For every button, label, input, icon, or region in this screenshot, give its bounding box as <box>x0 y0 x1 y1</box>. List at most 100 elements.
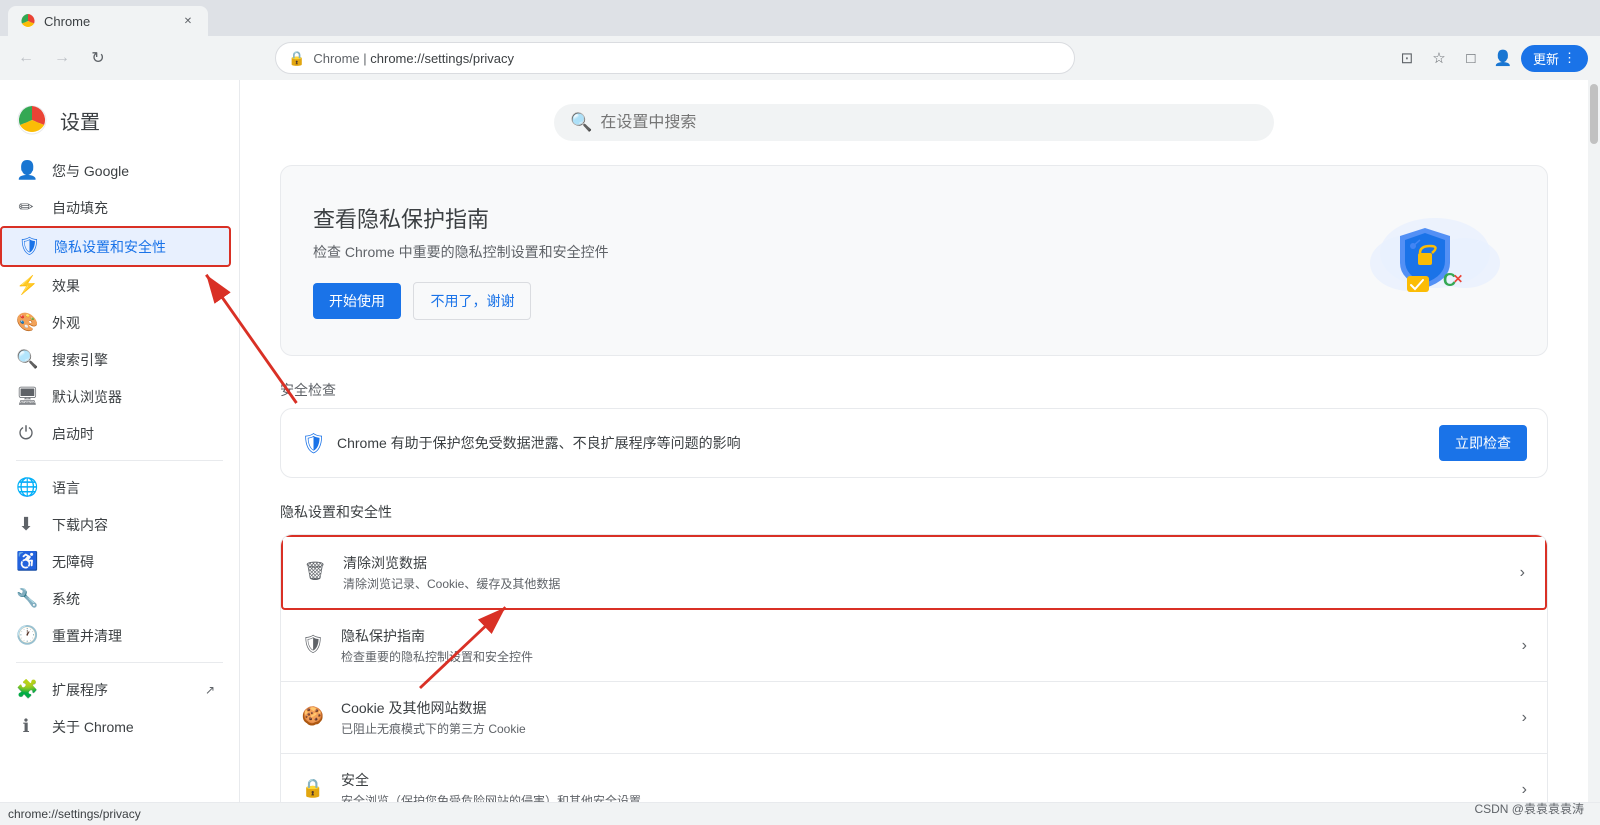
search-engine-icon: 🔍 <box>16 349 36 370</box>
sidebar-label-accessibility: 无障碍 <box>52 552 94 572</box>
sidebar-label-search: 搜索引擎 <box>52 350 108 370</box>
tab-close-button[interactable]: ✕ <box>180 13 196 29</box>
security-lock-icon: 🔒 <box>301 778 325 802</box>
safety-check-description: Chrome 有助于保护您免受数据泄露、不良扩展程序等问题的影响 <box>337 433 1427 453</box>
address-bar: ← → ↻ 🔒 Chrome | chrome://settings/priva… <box>0 36 1600 80</box>
settings-item-cookies[interactable]: 🍪 Cookie 及其他网站数据 已阻止无痕模式下的第三方 Cookie › <box>281 682 1547 754</box>
reset-icon: 🕐 <box>16 625 36 646</box>
sidebar-title: 设置 <box>60 106 100 135</box>
security-title: 安全 <box>341 770 1506 790</box>
browser-chrome: Chrome ✕ ← → ↻ 🔒 Chrome | chrome://setti… <box>0 0 1600 80</box>
update-menu-icon: ⋮ <box>1563 50 1576 66</box>
tab-title: Chrome <box>44 14 172 29</box>
person-icon: 👤 <box>16 160 36 181</box>
sidebar-item-reset[interactable]: 🕐 重置并清理 <box>0 617 231 654</box>
info-icon: ℹ <box>16 716 36 737</box>
sidebar-item-autofill[interactable]: ✏ 自动填充 <box>0 189 231 226</box>
privacy-guide-actions: 开始使用 不用了，谢谢 <box>313 282 609 320</box>
privacy-guide-card: 查看隐私保护指南 检查 Chrome 中重要的隐私控制设置和安全控件 开始使用 … <box>280 165 1548 356</box>
settings-item-content-cookies: Cookie 及其他网站数据 已阻止无痕模式下的第三方 Cookie <box>341 698 1506 737</box>
settings-item-security[interactable]: 🔒 安全 安全浏览（保护您免受危险网站的侵害）和其他安全设置 › <box>281 754 1547 802</box>
sidebar-label-default-browser: 默认浏览器 <box>52 387 122 407</box>
extensions-icon: 🧩 <box>16 679 36 700</box>
sidebar-label-downloads: 下载内容 <box>52 515 108 535</box>
system-icon: 🔧 <box>16 588 36 609</box>
settings-list: 🗑 清除浏览数据 清除浏览记录、Cookie、缓存及其他数据 › 🛡 隐私保护指… <box>280 534 1548 802</box>
sidebar-item-extensions[interactable]: 🧩 扩展程序 ↗ <box>0 671 231 708</box>
chevron-right-icon-4: › <box>1522 781 1527 799</box>
sidebar-item-downloads[interactable]: ⬇ 下载内容 <box>0 506 231 543</box>
sidebar-label-extensions: 扩展程序 <box>52 680 108 700</box>
appearance-icon: 🎨 <box>16 312 36 333</box>
browser-icon: 🖥 <box>16 386 36 407</box>
privacy-guide-item-desc: 检查重要的隐私控制设置和安全控件 <box>341 648 1506 665</box>
reload-button[interactable]: ↻ <box>84 44 112 72</box>
sidebar-label-system: 系统 <box>52 589 80 609</box>
safety-check-section-title: 安全检查 <box>280 380 1548 400</box>
settings-item-content-clear: 清除浏览数据 清除浏览记录、Cookie、缓存及其他数据 <box>343 553 1504 592</box>
autofill-icon: ✏ <box>16 197 36 218</box>
settings-item-clear-browsing[interactable]: 🗑 清除浏览数据 清除浏览记录、Cookie、缓存及其他数据 › <box>281 535 1547 610</box>
settings-item-content-guide: 隐私保护指南 检查重要的隐私控制设置和安全控件 <box>341 626 1506 665</box>
url-scheme: Chrome | <box>313 51 370 66</box>
settings-item-content-security: 安全 安全浏览（保护您免受危险网站的侵害）和其他安全设置 <box>341 770 1506 802</box>
content-area: 🔍 查看隐私保护指南 检查 Chrome 中重要的隐私控制设置和安全控件 开始使… <box>240 80 1588 802</box>
sidebar-label-language: 语言 <box>52 478 80 498</box>
start-button[interactable]: 开始使用 <box>313 283 401 319</box>
sidebar-label-privacy: 隐私设置和安全性 <box>54 237 166 257</box>
main-content: 设置 👤 您与 Google ✏ 自动填充 🛡 隐私设置和安全性 ⚡ 效果 🎨 <box>0 80 1600 802</box>
sidebar-item-search[interactable]: 🔍 搜索引擎 <box>0 341 231 378</box>
profile-button[interactable]: 👤 <box>1489 44 1517 72</box>
sidebar-item-language[interactable]: 🌐 语言 <box>0 469 231 506</box>
performance-icon: ⚡ <box>16 275 36 296</box>
update-label: 更新 <box>1533 49 1559 68</box>
trash-icon: 🗑 <box>303 561 327 585</box>
cast-button[interactable]: ⊡ <box>1393 44 1421 72</box>
update-button[interactable]: 更新 ⋮ <box>1521 45 1588 72</box>
scrollbar-thumb[interactable] <box>1590 84 1598 144</box>
sidebar-item-you-google[interactable]: 👤 您与 Google <box>0 152 231 189</box>
cookie-icon: 🍪 <box>301 706 325 730</box>
dismiss-button[interactable]: 不用了，谢谢 <box>413 282 531 320</box>
bookmark-button[interactable]: ☆ <box>1425 44 1453 72</box>
sidebar-item-startup[interactable]: ⏻ 启动时 <box>0 415 231 452</box>
search-input[interactable] <box>600 114 1258 132</box>
search-icon: 🔍 <box>570 112 592 133</box>
sidebar-item-privacy[interactable]: 🛡 隐私设置和安全性 <box>0 226 231 267</box>
extensions-button[interactable]: □ <box>1457 44 1485 72</box>
browser-tab[interactable]: Chrome ✕ <box>8 6 208 36</box>
sidebar-label-you-google: 您与 Google <box>52 161 129 181</box>
forward-button[interactable]: → <box>48 44 76 72</box>
sidebar-label-performance: 效果 <box>52 276 80 296</box>
downloads-icon: ⬇ <box>16 514 36 535</box>
sidebar-label-about: 关于 Chrome <box>52 717 134 737</box>
lock-icon: 🔒 <box>288 50 305 67</box>
back-button[interactable]: ← <box>12 44 40 72</box>
url-bar[interactable]: 🔒 Chrome | chrome://settings/privacy <box>275 42 1075 74</box>
status-bar: chrome://settings/privacy <box>0 802 1600 825</box>
privacy-illustration: C ✕ <box>1335 198 1515 323</box>
settings-item-privacy-guide[interactable]: 🛡 隐私保护指南 检查重要的隐私控制设置和安全控件 › <box>281 610 1547 682</box>
cookies-desc: 已阻止无痕模式下的第三方 Cookie <box>341 720 1506 737</box>
privacy-settings-section-title: 隐私设置和安全性 <box>280 502 1548 522</box>
sidebar-label-appearance: 外观 <box>52 313 80 333</box>
startup-icon: ⏻ <box>16 423 36 444</box>
scrollbar[interactable] <box>1588 80 1600 802</box>
sidebar-item-appearance[interactable]: 🎨 外观 <box>0 304 231 341</box>
svg-text:✕: ✕ <box>1453 272 1463 286</box>
safety-check-card: 🛡 Chrome 有助于保护您免受数据泄露、不良扩展程序等问题的影响 立即检查 <box>280 408 1548 478</box>
sidebar-item-accessibility[interactable]: ♿ 无障碍 <box>0 543 231 580</box>
check-now-button[interactable]: 立即检查 <box>1439 425 1527 461</box>
toolbar-right: ⊡ ☆ □ 👤 更新 ⋮ <box>1393 44 1588 72</box>
sidebar-item-default-browser[interactable]: 🖥 默认浏览器 <box>0 378 231 415</box>
tab-bar: Chrome ✕ <box>0 0 1600 36</box>
cookies-title: Cookie 及其他网站数据 <box>341 698 1506 718</box>
sidebar-item-about[interactable]: ℹ 关于 Chrome <box>0 708 231 745</box>
sidebar-label-autofill: 自动填充 <box>52 198 108 218</box>
privacy-guide-title: 查看隐私保护指南 <box>313 202 609 234</box>
search-bar[interactable]: 🔍 <box>554 104 1274 141</box>
sidebar-item-performance[interactable]: ⚡ 效果 <box>0 267 231 304</box>
chevron-right-icon-3: › <box>1522 709 1527 727</box>
security-desc: 安全浏览（保护您免受危险网站的侵害）和其他安全设置 <box>341 792 1506 802</box>
sidebar-item-system[interactable]: 🔧 系统 <box>0 580 231 617</box>
